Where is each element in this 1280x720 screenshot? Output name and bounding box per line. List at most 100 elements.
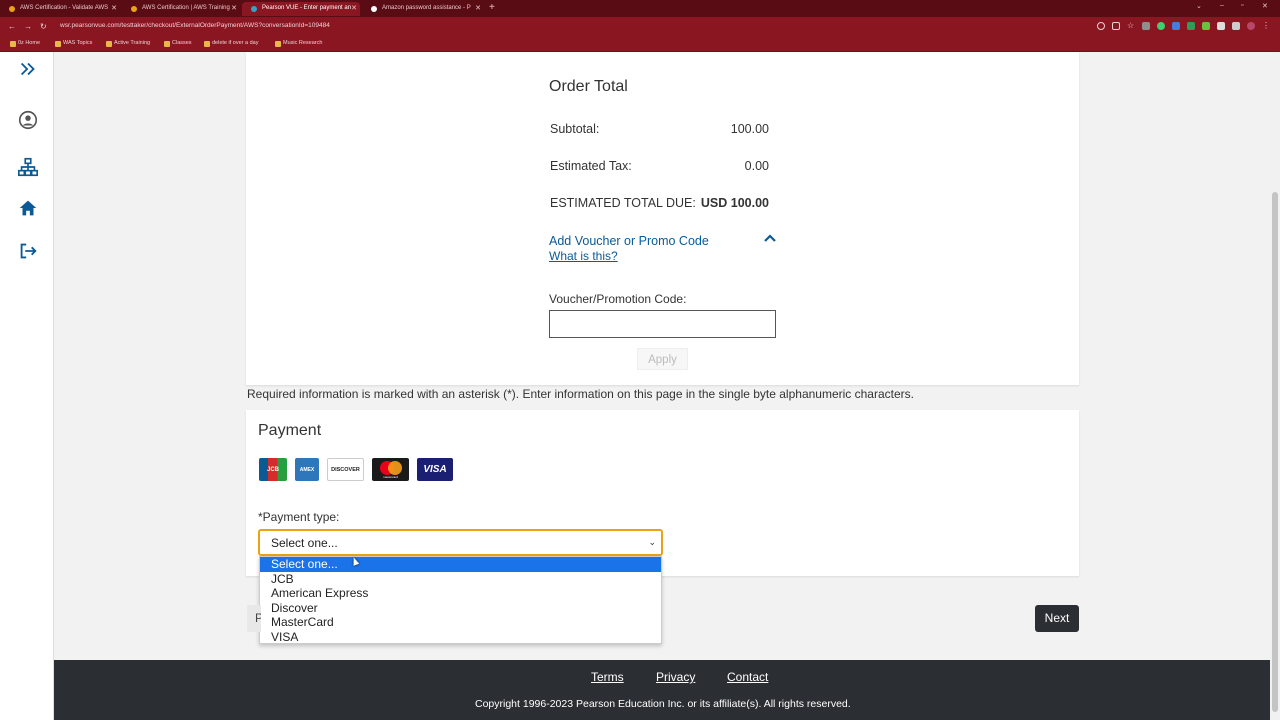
card-logos: JCB AMEX DISCOVER mastercard VISA [259,458,453,481]
minimize-icon[interactable]: – [1220,2,1224,9]
tab-title: Amazon password assistance - P [382,5,471,11]
amex-logo-icon: AMEX [295,458,319,481]
bookmark-item[interactable]: WAS Topics [55,40,92,47]
scrollbar-thumb[interactable] [1272,192,1278,712]
puzzle-icon[interactable] [1217,22,1225,30]
browser-tab[interactable]: AWS Certification | AWS Training ✕ [122,2,240,16]
folder-icon [55,41,61,47]
close-tab-icon[interactable]: ✕ [351,2,357,15]
logout-icon[interactable] [17,240,39,262]
forward-arrow-icon[interactable]: → [24,22,32,31]
total-due-value: USD 100.00 [700,196,769,210]
bookmark-item[interactable]: delete if over a day [204,40,258,47]
close-tab-icon[interactable]: ✕ [111,2,117,15]
expand-sidebar-icon[interactable] [17,58,39,80]
payment-option[interactable]: Discover [260,601,661,616]
star-icon[interactable]: ☆ [1127,22,1135,30]
browser-tab[interactable]: AWS Certification - Validate AWS ✕ [0,2,120,16]
mastercard-logo-icon: mastercard [372,458,409,481]
user-profile-icon[interactable] [17,109,39,131]
address-bar: ← → ↻ wsr.pearsonvue.com/testtaker/check… [0,17,1280,38]
total-due-label: ESTIMATED TOTAL DUE: [550,196,696,210]
tax-label: Estimated Tax: [550,159,632,173]
add-voucher-toggle[interactable]: Add Voucher or Promo Code [549,234,709,248]
previous-button[interactable]: P [247,605,261,632]
zoom-icon[interactable] [1097,22,1105,30]
tab-favicon-icon [371,6,377,12]
chevron-up-icon[interactable] [763,233,777,243]
tax-value: 0.00 [744,159,769,173]
browser-tab-active[interactable]: Pearson VUE - Enter payment an ✕ [242,2,360,16]
folder-icon [204,41,210,47]
payment-option[interactable]: JCB [260,572,661,587]
payment-option[interactable]: VISA [260,630,661,645]
visa-logo-icon: VISA [417,458,453,481]
bookmark-item[interactable]: Classes [164,40,192,47]
page-footer [54,660,1270,720]
maximize-icon[interactable]: ▫ [1241,2,1243,9]
payment-option[interactable]: Select one... [260,557,661,572]
chevron-down-icon: ⌄ [648,537,656,547]
jcb-logo-icon: JCB [259,458,287,481]
sidepanel-icon[interactable] [1232,22,1240,30]
payment-title: Payment [258,422,322,439]
required-info-note: Required information is marked with an a… [247,387,914,401]
order-total-title: Order Total [549,78,628,95]
subtotal-label: Subtotal: [550,122,600,136]
extension-icon[interactable] [1202,22,1210,30]
folder-icon [275,41,281,47]
bookmark-item[interactable]: Music Research [275,40,322,47]
new-tab-button[interactable]: + [489,2,495,13]
bookmark-item[interactable]: Active Training [106,40,150,47]
voucher-code-input[interactable] [549,310,776,338]
contact-link[interactable]: Contact [727,670,768,684]
payment-option[interactable]: MasterCard [260,615,661,630]
extension-icon[interactable] [1187,22,1195,30]
mastercard-circles-icon [379,460,402,475]
discover-logo-icon: DISCOVER [327,458,364,481]
next-button[interactable]: Next [1035,605,1079,632]
terms-link[interactable]: Terms [591,670,624,684]
bookmark-icon [164,41,170,47]
close-tab-icon[interactable]: ✕ [475,2,481,15]
back-arrow-icon[interactable]: ← [8,22,16,31]
tab-favicon-icon [9,6,15,12]
what-is-this-link[interactable]: What is this? [549,249,618,263]
payment-type-select[interactable]: Select one... ⌄ [258,529,663,556]
extension-icon[interactable] [1157,22,1165,30]
close-window-icon[interactable]: ✕ [1262,2,1268,10]
avatar[interactable] [1247,22,1255,30]
url-field[interactable]: wsr.pearsonvue.com/testtaker/checkout/Ex… [60,22,330,29]
bookmark-icon [10,41,16,47]
privacy-link[interactable]: Privacy [656,670,695,684]
bookmark-item[interactable]: 0z Home [10,40,40,47]
payment-option[interactable]: American Express [260,586,661,601]
page-scrollbar[interactable] [1270,52,1280,720]
tab-favicon-icon [251,6,257,12]
browser-tab-bar: AWS Certification - Validate AWS ✕ AWS C… [0,0,1280,17]
kebab-menu-icon[interactable]: ⋮ [1262,22,1270,30]
bookmarks-bar: 0z Home WAS Topics Active Training Class… [0,38,1280,52]
subtotal-value: 100.00 [730,122,769,136]
tab-search-icon[interactable]: ⌄ [1196,2,1202,10]
close-tab-icon[interactable]: ✕ [231,2,237,15]
apply-button[interactable]: Apply [637,348,688,370]
tab-title: AWS Certification - Validate AWS [20,5,109,11]
home-icon[interactable] [17,197,39,219]
sitemap-icon[interactable] [17,156,39,178]
extension-icon[interactable] [1142,22,1150,30]
tab-favicon-icon [131,6,137,12]
payment-type-label: *Payment type: [258,510,340,524]
payment-type-selected: Select one... [271,536,338,550]
copyright-text: Copyright 1996-2023 Pearson Education In… [475,698,851,710]
payment-type-options: Select one... JCB American Express Disco… [259,556,662,644]
extensions-area: ☆ ⋮ [1097,22,1270,30]
extension-icon[interactable] [1172,22,1180,30]
voucher-field-label: Voucher/Promotion Code: [549,292,687,306]
tab-title: Pearson VUE - Enter payment an [262,5,352,11]
share-icon[interactable] [1112,22,1120,30]
folder-icon [106,41,112,47]
left-sidebar [0,52,54,720]
browser-tab[interactable]: Amazon password assistance - P ✕ [362,2,484,16]
reload-icon[interactable]: ↻ [40,22,47,31]
